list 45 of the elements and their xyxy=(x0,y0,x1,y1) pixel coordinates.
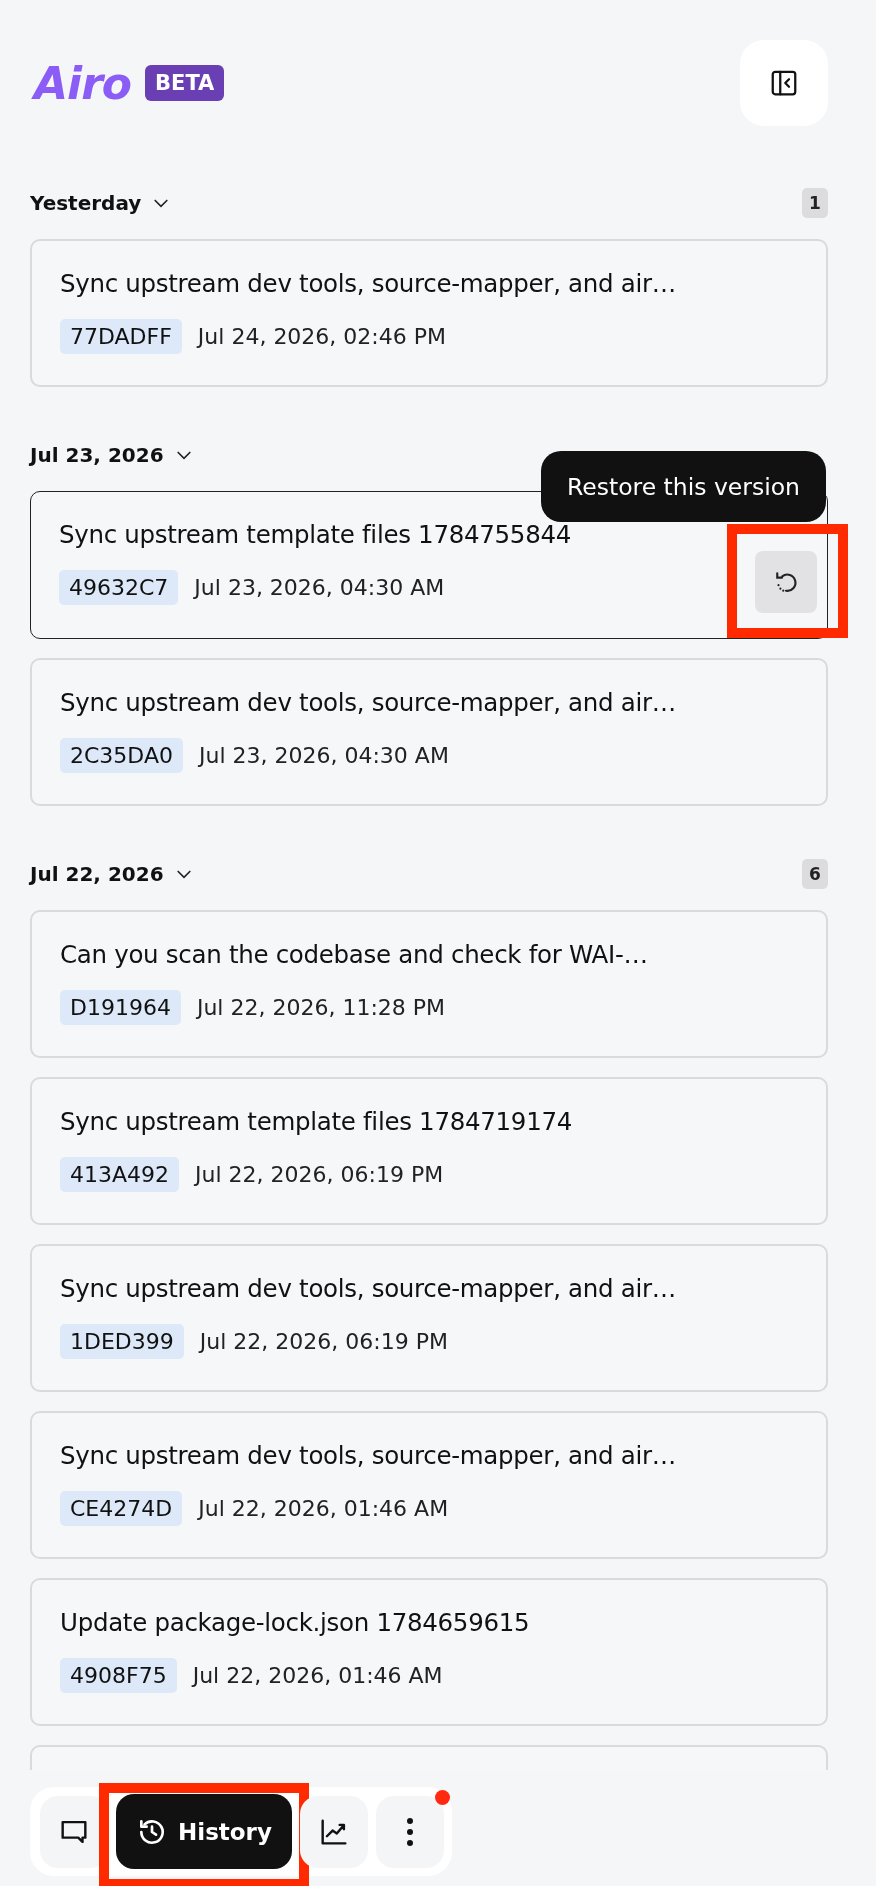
commit-hash: 49632C7 xyxy=(59,570,179,605)
version-time: Jul 22, 2026, 11:28 PM xyxy=(196,995,446,1020)
version-title: Can you scan the codebase and check for WAI-… xyxy=(60,939,649,971)
version-card[interactable]: Can you scan the codebase and check for WAI-… D191964 Jul 22, 2026, 11:28 PM xyxy=(30,910,828,1058)
version-title: Sync upstream template files 1784719174 xyxy=(60,1106,573,1138)
commit-hash: 1DED399 xyxy=(60,1324,184,1359)
version-time: Jul 22, 2026, 06:19 PM xyxy=(199,1329,448,1354)
group-header[interactable]: Jul 23, 2026 xyxy=(30,443,194,467)
tooltip: Restore this version xyxy=(540,451,826,522)
version-title: Sync upstream dev tools, source-mapper, and air… xyxy=(60,1273,677,1305)
group-header[interactable]: Yesterday xyxy=(30,191,172,215)
commit-hash: 413A492 xyxy=(60,1157,180,1192)
commit-hash: D191964 xyxy=(60,990,181,1025)
analytics-button[interactable] xyxy=(299,1795,368,1868)
version-time: Jul 24, 2026, 02:46 PM xyxy=(197,324,446,349)
version-card[interactable]: Sync upstream dev tools, source-mapper, and air… 77DADFF Jul 24, 2026, 02:46 PM xyxy=(30,239,828,387)
version-title: Sync upstream dev tools, source-mapper, and air… xyxy=(60,1440,677,1472)
beta-badge: BETA xyxy=(145,65,225,101)
version-time: Jul 22, 2026, 06:19 PM xyxy=(195,1162,444,1187)
version-title: Update package-lock.json 1784659615 xyxy=(60,1607,531,1639)
commit-hash: 77DADFF xyxy=(60,319,182,354)
version-count: 6 xyxy=(802,859,828,889)
sidebar-toggle-button[interactable] xyxy=(740,40,828,126)
history-tab[interactable]: History xyxy=(116,1794,292,1869)
version-card[interactable]: Sync upstream template files 1784719174 413A492 Jul 22, 2026, 06:19 PM xyxy=(30,1077,828,1225)
version-card[interactable]: Sync upstream dev tools, source-mapper, and air… 2C35DA0 Jul 23, 2026, 04:30 AM xyxy=(30,658,828,806)
version-title: Sync upstream template files 1784755844 xyxy=(59,519,572,551)
version-card[interactable]: Update package-lock.json 1784659615 4908F75 Jul 22, 2026, 01:46 AM xyxy=(30,1578,828,1726)
commit-hash: 4908F75 xyxy=(60,1658,177,1693)
more-button[interactable] xyxy=(375,1795,444,1868)
version-card[interactable]: Sync upstream dev tools, source-mapper, and air… CE4274D Jul 22, 2026, 01:46 AM xyxy=(30,1411,828,1559)
version-time: Jul 22, 2026, 01:46 AM xyxy=(192,1663,443,1688)
version-card[interactable]: Sync upstream dev tools, source-mapper, and air… 1DED399 Jul 22, 2026, 06:19 PM xyxy=(30,1244,828,1392)
sidebar-toggle-icon xyxy=(769,68,799,98)
group-header[interactable]: Jul 22, 2026 xyxy=(30,862,194,886)
version-title: Sync upstream dev tools, source-mapper, and air… xyxy=(60,268,677,300)
commit-hash: 2C35DA0 xyxy=(60,738,183,773)
version-count: 1 xyxy=(802,188,828,218)
commit-hash: CE4274D xyxy=(60,1491,183,1526)
version-time: Jul 23, 2026, 04:30 AM xyxy=(198,743,449,768)
version-time: Jul 22, 2026, 01:46 AM xyxy=(198,1496,449,1521)
version-title: Sync upstream dev tools, source-mapper, and air… xyxy=(60,687,677,719)
restore-button[interactable] xyxy=(755,551,817,613)
more-icon xyxy=(404,1815,415,1848)
version-time: Jul 23, 2026, 04:30 AM xyxy=(194,575,445,600)
